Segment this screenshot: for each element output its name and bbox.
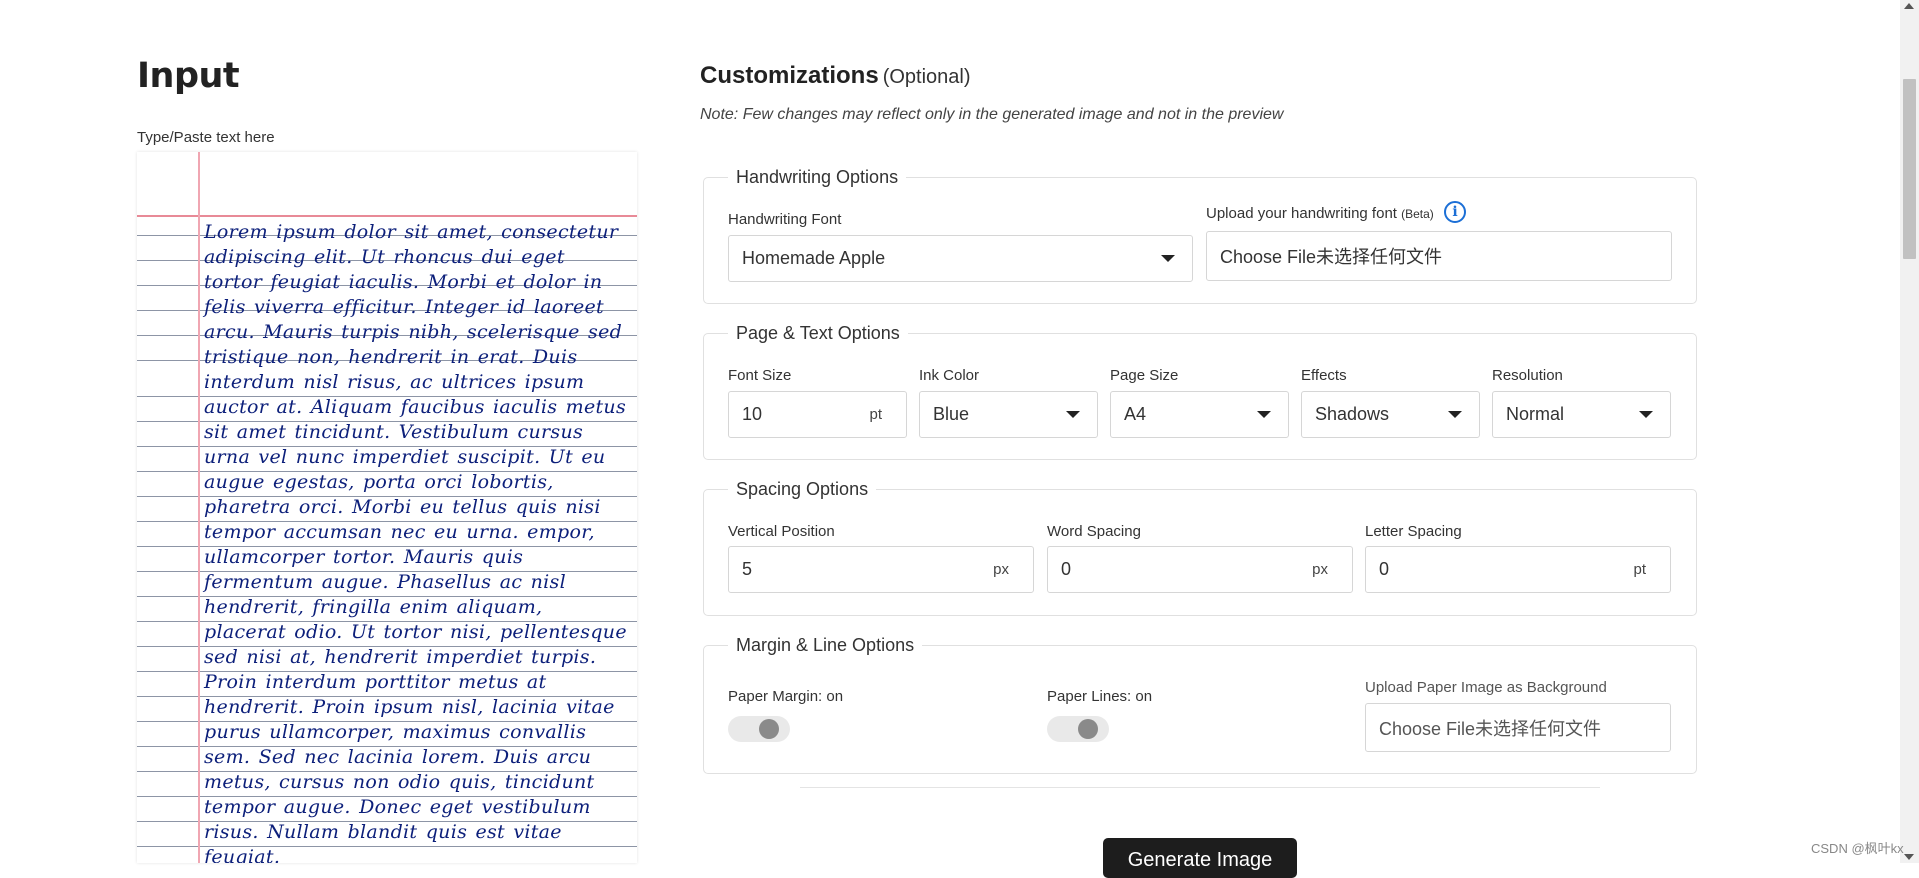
chevron-down-icon — [1448, 411, 1462, 418]
paper-top-area — [137, 152, 637, 216]
letter-spacing-unit: pt — [1633, 561, 1646, 578]
customizations-title-text: Customizations — [700, 62, 879, 89]
customizations-note: Note: Few changes may reflect only in th… — [700, 106, 1284, 123]
customizations-title: Customizations (Optional) — [700, 62, 971, 90]
toggle-knob — [1078, 719, 1098, 739]
handwriting-paper-preview[interactable]: Lorem ipsum dolor sit amet, consectetur … — [137, 152, 637, 863]
handwriting-font-label: Handwriting Font — [728, 211, 842, 228]
ink-color-select[interactable]: Blue — [919, 391, 1098, 438]
paper-margin-toggle[interactable] — [728, 716, 790, 742]
paper-lines-label: Paper Lines: on — [1047, 688, 1153, 705]
upload-font-label: Upload your handwriting font (Beta) — [1206, 205, 1434, 222]
scroll-up-arrow-icon[interactable] — [1904, 3, 1914, 9]
margin-line-options-legend: Margin & Line Options — [736, 635, 915, 655]
font-size-label: Font Size — [728, 367, 792, 384]
word-spacing-unit: px — [1312, 561, 1328, 578]
vertical-position-value: 5 — [742, 559, 753, 579]
page-size-value: A4 — [1124, 404, 1147, 424]
spacing-options-legend: Spacing Options — [736, 479, 869, 499]
handwriting-options-legend: Handwriting Options — [736, 167, 899, 187]
page-size-select[interactable]: A4 — [1110, 391, 1289, 438]
section-divider — [800, 787, 1600, 788]
page-size-label: Page Size — [1110, 367, 1179, 384]
effects-label: Effects — [1301, 367, 1347, 384]
paper-lines-toggle[interactable] — [1047, 716, 1109, 742]
generate-image-button[interactable]: Generate Image — [1103, 838, 1297, 878]
letter-spacing-value: 0 — [1379, 559, 1390, 579]
font-size-unit: pt — [869, 406, 882, 423]
input-label: Type/Paste text here — [137, 129, 275, 146]
letter-spacing-label: Letter Spacing — [1365, 523, 1462, 540]
handwriting-font-value: Homemade Apple — [742, 248, 886, 268]
paper-margin-line — [198, 152, 200, 863]
letter-spacing-input[interactable]: 0 pt — [1365, 546, 1671, 593]
chevron-down-icon — [1066, 411, 1080, 418]
vertical-position-input[interactable]: 5 px — [728, 546, 1034, 593]
upload-font-label-text: Upload your handwriting font — [1206, 205, 1397, 222]
word-spacing-label: Word Spacing — [1047, 523, 1141, 540]
optional-label: (Optional) — [882, 66, 971, 88]
word-spacing-input[interactable]: 0 px — [1047, 546, 1353, 593]
chevron-down-icon — [1257, 411, 1271, 418]
resolution-select[interactable]: Normal — [1492, 391, 1671, 438]
upload-paper-bg-value: Choose File未选择任何文件 — [1379, 718, 1602, 739]
upload-font-file-input[interactable]: Choose File未选择任何文件 — [1206, 231, 1672, 281]
paper-top-red-line — [137, 215, 637, 217]
scroll-down-arrow-icon[interactable] — [1904, 854, 1914, 860]
handwriting-text[interactable]: Lorem ipsum dolor sit amet, consectetur … — [204, 220, 629, 863]
watermark: CSDN @枫叶kx — [1811, 841, 1904, 856]
vertical-position-unit: px — [993, 561, 1009, 578]
paper-margin-label: Paper Margin: on — [728, 688, 844, 705]
page-text-options-legend: Page & Text Options — [736, 323, 900, 343]
upload-paper-bg-file-input[interactable]: Choose File未选择任何文件 — [1365, 703, 1671, 752]
vertical-position-label: Vertical Position — [728, 523, 835, 540]
info-icon[interactable]: i — [1444, 201, 1466, 223]
chevron-down-icon — [1161, 255, 1175, 262]
ink-color-label: Ink Color — [919, 367, 980, 384]
resolution-value: Normal — [1506, 404, 1565, 424]
font-size-value: 10 — [742, 404, 763, 424]
font-size-input[interactable]: 10 pt — [728, 391, 907, 438]
scrollbar-thumb[interactable] — [1903, 79, 1916, 259]
resolution-label: Resolution — [1492, 367, 1563, 384]
ink-color-value: Blue — [933, 404, 970, 424]
word-spacing-value: 0 — [1061, 559, 1072, 579]
chevron-down-icon — [1639, 411, 1653, 418]
page-scrollbar[interactable] — [1900, 0, 1919, 863]
upload-paper-bg-label: Upload Paper Image as Background — [1365, 679, 1607, 696]
beta-tag: (Beta) — [1401, 207, 1434, 221]
toggle-knob — [759, 719, 779, 739]
effects-value: Shadows — [1315, 404, 1390, 424]
upload-font-file-value: Choose File未选择任何文件 — [1220, 247, 1443, 267]
effects-select[interactable]: Shadows — [1301, 391, 1480, 438]
handwriting-font-select[interactable]: Homemade Apple — [728, 235, 1193, 282]
input-title: Input — [137, 56, 240, 96]
